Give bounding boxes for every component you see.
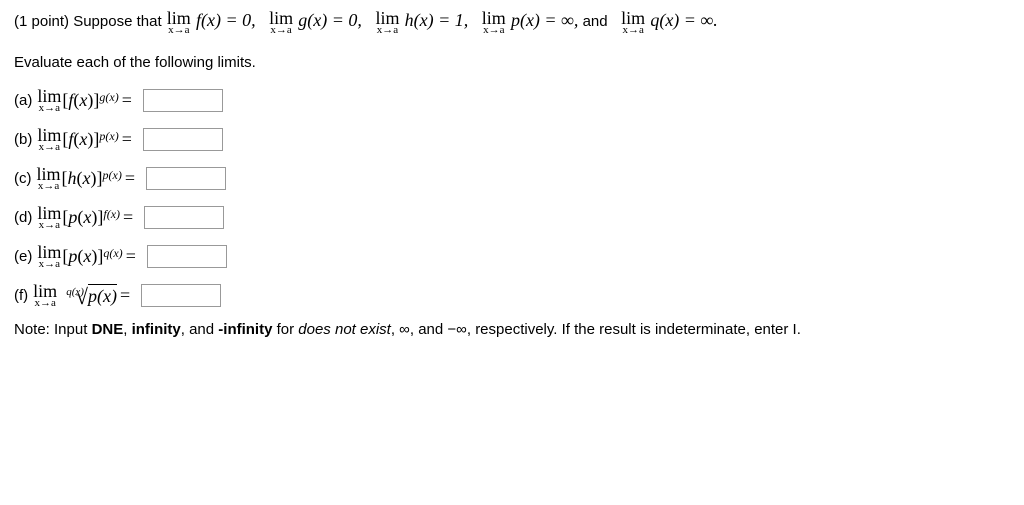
label-c: (c) xyxy=(14,171,32,186)
expr-a-base: [f(x)] xyxy=(62,91,99,109)
lim-d: lim x→a xyxy=(37,204,61,231)
part-c: (c) lim x→a [h(x)]p(x) = xyxy=(14,165,1010,192)
cond-h: h(x) = 1, xyxy=(405,10,469,30)
note-tail: , ∞, and −∞, respectively. If the result… xyxy=(391,321,801,338)
expr-c-base: [h(x)] xyxy=(62,169,103,187)
label-e: (e) xyxy=(14,249,32,264)
lim-f: lim x→a xyxy=(167,9,191,36)
cond-q: q(x) = ∞. xyxy=(650,10,717,30)
radicand: p(x) xyxy=(88,284,117,306)
and-text: and xyxy=(583,13,608,30)
lim-f2: lim x→a xyxy=(33,282,57,309)
cond-g: g(x) = 0, xyxy=(298,10,362,30)
cond-p: p(x) = ∞, xyxy=(511,10,578,30)
eq-b: = xyxy=(122,130,132,148)
expr-a-exp: g(x) xyxy=(99,91,118,103)
note-pre: Note: Input xyxy=(14,321,92,338)
problem-intro: (1 point) Suppose that lim x→a f(x) = 0,… xyxy=(14,8,1010,36)
expr-e-base: [p(x)] xyxy=(62,247,103,265)
answer-c[interactable] xyxy=(146,167,226,190)
lim-q: lim x→a xyxy=(621,9,645,36)
label-f: (f) xyxy=(14,288,28,303)
note-inf: infinity xyxy=(132,321,181,338)
answer-d[interactable] xyxy=(144,206,224,229)
answer-a[interactable] xyxy=(143,89,223,112)
cond-f: f(x) = 0, xyxy=(196,10,256,30)
label-a: (a) xyxy=(14,93,32,108)
eq-d: = xyxy=(123,208,133,226)
part-e: (e) lim x→a [p(x)]q(x) = xyxy=(14,243,1010,270)
lim-p: lim x→a xyxy=(482,9,506,36)
note-dne: DNE xyxy=(92,321,124,338)
suppose-text: Suppose that xyxy=(73,13,161,30)
lim-h: lim x→a xyxy=(375,9,399,36)
note-ninf: -infinity xyxy=(218,321,272,338)
lim-g: lim x→a xyxy=(269,9,293,36)
part-a: (a) lim x→a [f(x)]g(x) = xyxy=(14,87,1010,114)
label-d: (d) xyxy=(14,210,32,225)
note-dne-i: does not exist xyxy=(298,321,391,338)
expr-d-exp: f(x) xyxy=(103,208,120,220)
expr-e-exp: q(x) xyxy=(103,247,122,259)
part-f: (f) lim x→a q(x)√p(x) = xyxy=(14,282,1010,309)
eq-c: = xyxy=(125,169,135,187)
answer-b[interactable] xyxy=(143,128,223,151)
expr-b-exp: p(x) xyxy=(99,130,118,142)
note-text: Note: Input DNE, infinity, and -infinity… xyxy=(14,321,1010,338)
lim-e: lim x→a xyxy=(37,243,61,270)
expr-b-base: [f(x)] xyxy=(62,130,99,148)
expr-d-base: [p(x)] xyxy=(62,208,103,226)
part-d: (d) lim x→a [p(x)]f(x) = xyxy=(14,204,1010,231)
eq-f: = xyxy=(120,286,130,304)
answer-f[interactable] xyxy=(141,284,221,307)
label-b: (b) xyxy=(14,132,32,147)
lim-c: lim x→a xyxy=(37,165,61,192)
part-b: (b) lim x→a [f(x)]p(x) = xyxy=(14,126,1010,153)
expr-c-exp: p(x) xyxy=(103,169,122,181)
lim-a: lim x→a xyxy=(37,87,61,114)
eq-e: = xyxy=(126,247,136,265)
lim-b: lim x→a xyxy=(37,126,61,153)
root-expr: q(x)√p(x) xyxy=(58,284,117,306)
answer-e[interactable] xyxy=(147,245,227,268)
points-label: (1 point) xyxy=(14,13,69,30)
eq-a: = xyxy=(122,91,132,109)
instruction-text: Evaluate each of the following limits. xyxy=(14,54,1010,71)
